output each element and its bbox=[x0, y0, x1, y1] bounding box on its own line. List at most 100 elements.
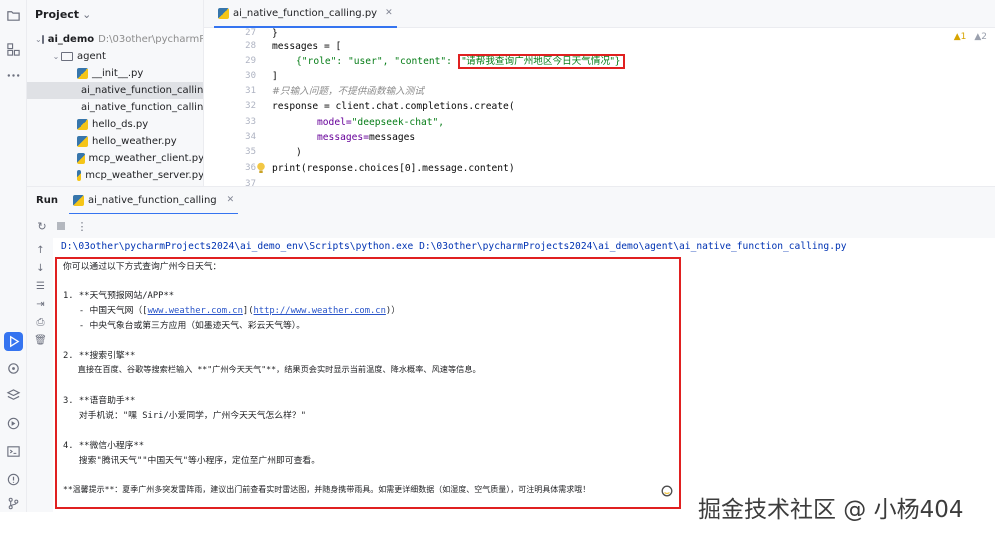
code-text: print(response.choices[0].message.conten… bbox=[272, 163, 515, 174]
python-file-icon bbox=[218, 7, 229, 19]
python-file-icon bbox=[77, 153, 85, 164]
close-tab-icon[interactable]: ✕ bbox=[385, 8, 393, 18]
tree-file-hello-ds[interactable]: hello_ds.py bbox=[27, 116, 203, 133]
highlighted-ai-response: 你可以通过以下方式查询广州今日天气： 1. **天气预报网站/APP** - 中… bbox=[55, 257, 681, 509]
code-text: } bbox=[272, 28, 278, 39]
line-number: 34 bbox=[245, 132, 256, 142]
tree-file-init[interactable]: __init__.py bbox=[27, 65, 203, 82]
run-config-tab[interactable]: ai_native_function_calling ✕ bbox=[69, 187, 239, 215]
code-line-34: messages=messages bbox=[317, 130, 415, 145]
stop-icon[interactable] bbox=[54, 219, 68, 233]
services-icon[interactable] bbox=[4, 414, 23, 433]
tree-root-ai-demo[interactable]: ⌄ ai_demo D:\03other\pycharmProj bbox=[27, 31, 204, 48]
output-line: 搜索"腾讯天气""中国天气"等小程序，定位至广州即可查看。 bbox=[63, 456, 320, 466]
code-editor[interactable]: ▲1 ▲2 27 28 29 30 31 32 33 34 35 36 37 }… bbox=[204, 28, 995, 186]
folder-icon bbox=[41, 35, 44, 44]
output-line: 对手机说："嘿 Siri/小爱同学，广州今天天气怎么样？" bbox=[63, 411, 306, 421]
watermark-text: 掘金技术社区 @ 小杨404 bbox=[698, 497, 964, 523]
line-number: 28 bbox=[245, 41, 256, 51]
structure-icon[interactable] bbox=[4, 40, 23, 59]
tree-file-hello-weather[interactable]: hello_weather.py bbox=[27, 133, 203, 150]
soft-wrap-icon[interactable]: ☰ bbox=[34, 280, 47, 293]
output-link[interactable]: www.weather.com.cn bbox=[148, 306, 243, 316]
query-string: "请帮我查询广州地区今日天气情况"} bbox=[461, 56, 621, 67]
terminal-icon[interactable] bbox=[4, 442, 23, 461]
tree-file-ai-native-function-calling2[interactable]: ai_native_function_calling2.py bbox=[27, 99, 203, 116]
run-tool-icon[interactable] bbox=[4, 332, 23, 351]
activity-bar bbox=[0, 0, 27, 512]
file-name: mcp_weather_server.py bbox=[85, 170, 204, 181]
line-number: 29 bbox=[245, 56, 256, 66]
file-name: hello_ds.py bbox=[92, 119, 149, 130]
code-text: messages = [ bbox=[272, 41, 342, 52]
code-param: model= bbox=[317, 117, 352, 128]
python-file-icon bbox=[77, 119, 88, 130]
line-gutter: 27 28 29 30 31 32 33 34 35 36 37 bbox=[204, 28, 256, 186]
code-line-32: response = client.chat.completions.creat… bbox=[272, 99, 515, 114]
code-param: messages= bbox=[317, 132, 369, 143]
rerun-icon[interactable]: ↻ bbox=[35, 219, 49, 233]
run-tab-label: ai_native_function_calling bbox=[88, 194, 217, 206]
scroll-down-icon[interactable]: ↓ bbox=[34, 262, 47, 275]
line-number: 31 bbox=[245, 86, 256, 96]
output-line: 你可以通过以下方式查询广州今日天气： bbox=[63, 262, 222, 272]
lightbulb-icon[interactable] bbox=[256, 162, 266, 174]
output-text: )） bbox=[385, 306, 400, 316]
code-string: "deepseek-chat", bbox=[351, 117, 445, 128]
layers-icon[interactable] bbox=[4, 386, 23, 405]
output-line: 2. **搜索引擎** bbox=[63, 351, 136, 361]
project-folder-icon[interactable] bbox=[4, 6, 23, 25]
console-output[interactable]: D:\03other\pycharmProjects2024\ai_demo_e… bbox=[53, 238, 995, 512]
ai-assistant-icon[interactable] bbox=[661, 485, 673, 497]
editor-tab-bar: ai_native_function_calling.py ✕ bbox=[204, 0, 995, 28]
print-icon[interactable]: ⎙ bbox=[34, 316, 47, 329]
tree-file-mcp-weather-server[interactable]: mcp_weather_server.py bbox=[27, 167, 204, 184]
code-line-35: ) bbox=[296, 145, 302, 160]
project-panel: Project⌄ ⌄ ai_demo D:\03other\pycharmPro… bbox=[27, 0, 204, 186]
tree-file-mcp-weather-client[interactable]: mcp_weather_client.py bbox=[27, 150, 204, 167]
expand-arrow-icon: ⌄ bbox=[35, 35, 42, 44]
scroll-to-end-icon[interactable]: ⇥ bbox=[34, 298, 47, 311]
code-line-31: #只输入问题，不提供函数输入测试 bbox=[272, 84, 424, 99]
project-header-label: Project bbox=[35, 8, 80, 21]
expand-arrow-icon: ⌄ bbox=[52, 52, 60, 61]
inspection-widget[interactable]: ▲1 ▲2 bbox=[954, 32, 987, 42]
code-text: response = client.chat.completions.creat… bbox=[272, 101, 515, 112]
python-packages-icon[interactable] bbox=[4, 359, 23, 378]
clear-console-icon[interactable]: 🗑 bbox=[34, 334, 47, 347]
folder-icon bbox=[61, 52, 73, 61]
python-file-icon bbox=[73, 194, 84, 206]
output-line: 直接在百度、谷歌等搜索栏输入 **"广州今天天气"**，结果页会实时显示当前温度… bbox=[63, 364, 481, 374]
line-number: 37 bbox=[245, 179, 256, 186]
tree-file-ai-native-function-calling[interactable]: ai_native_function_calling.py bbox=[27, 82, 204, 99]
chevron-down-icon: ⌄ bbox=[82, 8, 92, 21]
line-number: 35 bbox=[245, 147, 256, 157]
editor-tab[interactable]: ai_native_function_calling.py ✕ bbox=[214, 0, 397, 28]
code-line-30: ] bbox=[272, 69, 278, 84]
line-number: 30 bbox=[245, 71, 256, 81]
project-panel-header[interactable]: Project ⌄ bbox=[35, 8, 91, 21]
run-command-line: D:\03other\pycharmProjects2024\ai_demo_e… bbox=[61, 241, 847, 252]
root-folder-path: D:\03other\pycharmProj bbox=[98, 34, 204, 45]
python-file-icon bbox=[77, 68, 88, 79]
code-line-33: model="deepseek-chat", bbox=[317, 115, 444, 130]
folder-name: agent bbox=[77, 51, 106, 62]
output-text: - 中国天气网（[ bbox=[63, 306, 148, 316]
git-branch-icon[interactable] bbox=[4, 494, 23, 513]
more-tools-icon[interactable] bbox=[4, 66, 23, 85]
output-line: 3. **语音助手** bbox=[63, 396, 136, 406]
editor-tab-label: ai_native_function_calling.py bbox=[233, 7, 378, 19]
close-tab-icon[interactable]: ✕ bbox=[227, 195, 235, 205]
code-text: ] bbox=[272, 71, 278, 82]
scroll-up-icon[interactable]: ↑ bbox=[34, 244, 47, 257]
more-options-icon[interactable]: ⋮ bbox=[75, 219, 89, 233]
highlighted-query-string: "请帮我查询广州地区今日天气情况"} bbox=[457, 54, 625, 69]
problems-icon[interactable] bbox=[4, 470, 23, 489]
python-file-icon bbox=[77, 170, 82, 181]
file-name: ai_native_function_calling.py bbox=[81, 85, 204, 96]
output-line: - 中国天气网（[www.weather.com.cn](http://www.… bbox=[63, 303, 400, 316]
tree-folder-agent[interactable]: ⌄ agent bbox=[27, 48, 203, 65]
file-name: mcp_weather_client.py bbox=[88, 153, 204, 164]
file-name: hello_weather.py bbox=[92, 136, 177, 147]
output-link[interactable]: http://www.weather.com.cn bbox=[254, 306, 386, 316]
